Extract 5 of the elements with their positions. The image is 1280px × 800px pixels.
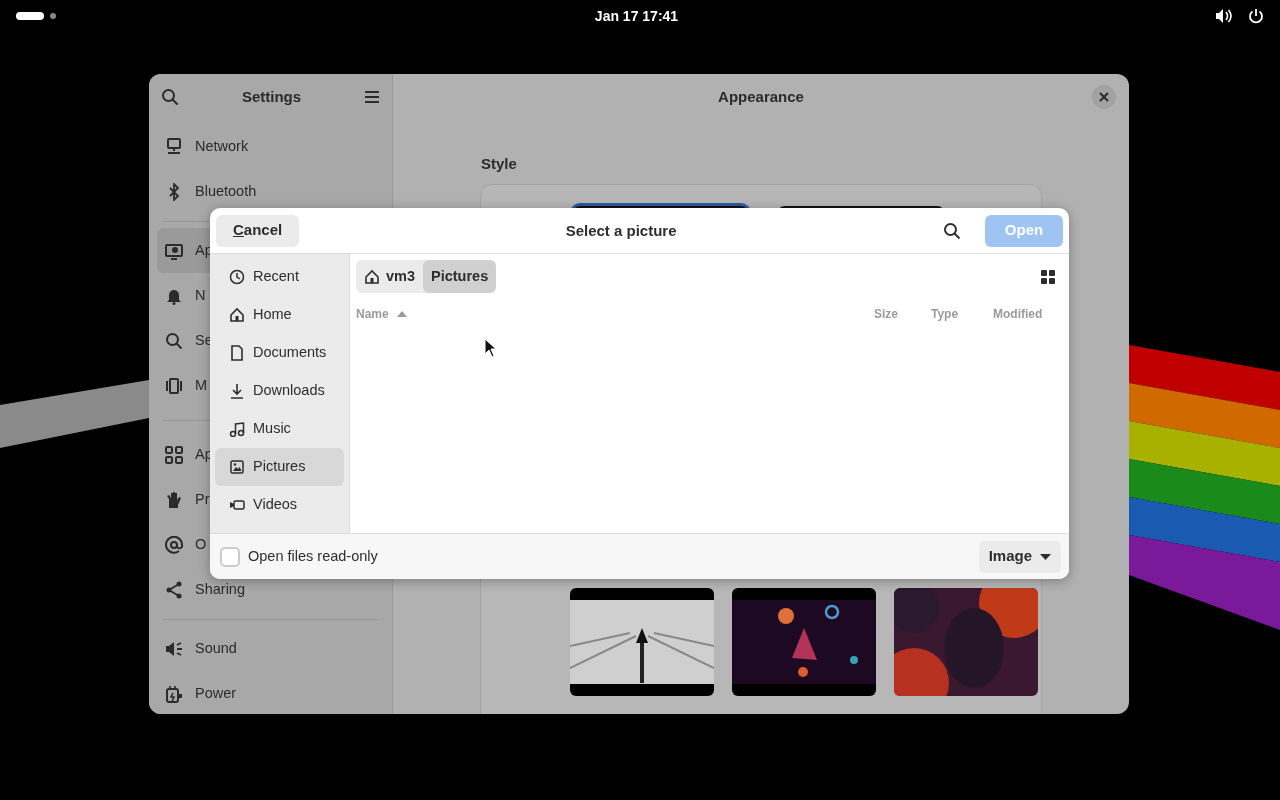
page-title: Appearance bbox=[718, 86, 804, 107]
sidebar-title: Settings bbox=[241, 86, 302, 107]
dialog-title: Select a picture bbox=[565, 221, 677, 239]
checkbox-label: Open files read-only bbox=[248, 546, 378, 566]
section-heading: Style bbox=[481, 155, 517, 172]
